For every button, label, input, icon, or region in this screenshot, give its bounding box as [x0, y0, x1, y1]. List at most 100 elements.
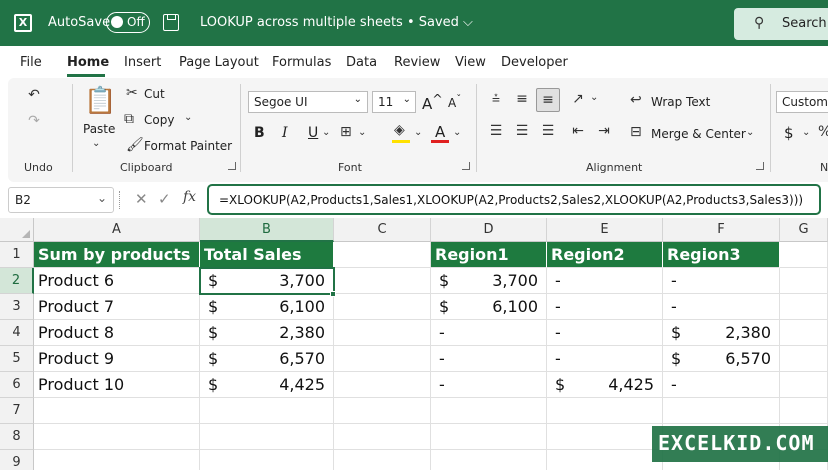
- formula-bar-divider[interactable]: [119, 191, 121, 209]
- row-header-3[interactable]: 3: [0, 294, 34, 320]
- chevron-down-icon[interactable]: ⌄: [414, 127, 422, 138]
- percent-icon[interactable]: %: [818, 124, 828, 140]
- enter-icon[interactable]: ✓: [158, 190, 171, 208]
- align-top-icon[interactable]: ⩮: [484, 88, 508, 112]
- chevron-down-icon[interactable]: ⌄: [590, 92, 598, 103]
- cell-e8[interactable]: [547, 424, 663, 450]
- chevron-down-icon[interactable]: ⌄: [802, 127, 810, 138]
- cell-a9[interactable]: [34, 450, 200, 470]
- column-header-g[interactable]: G: [780, 218, 828, 242]
- increase-font-icon[interactable]: A^: [422, 91, 443, 113]
- tab-review[interactable]: Review: [394, 55, 440, 70]
- cut-button[interactable]: Cut: [144, 87, 165, 101]
- align-middle-icon[interactable]: ≡: [510, 88, 534, 112]
- cell-d2[interactable]: $3,700: [431, 268, 547, 294]
- chevron-down-icon[interactable]: ⌄: [92, 138, 100, 149]
- row-header-6[interactable]: 6: [0, 372, 34, 398]
- document-title[interactable]: LOOKUP across multiple sheets • Saved ⌵: [200, 15, 473, 30]
- cell-b8[interactable]: [200, 424, 334, 450]
- tab-home[interactable]: Home: [67, 55, 109, 70]
- cell-e1[interactable]: Region2: [547, 242, 663, 268]
- cell-a5[interactable]: Product 9: [34, 346, 200, 372]
- cell-c5[interactable]: [334, 346, 431, 372]
- cut-icon[interactable]: ✂: [126, 85, 138, 101]
- tab-file[interactable]: File: [20, 55, 42, 70]
- column-header-e[interactable]: E: [547, 218, 663, 242]
- column-header-c[interactable]: C: [334, 218, 431, 242]
- save-icon[interactable]: [163, 14, 179, 31]
- align-bottom-icon[interactable]: ≡: [536, 88, 560, 112]
- row-header-1[interactable]: 1: [0, 242, 34, 268]
- undo-icon[interactable]: ↶: [22, 84, 46, 108]
- cell-e9[interactable]: [547, 450, 663, 470]
- alignment-launcher-icon[interactable]: [756, 162, 764, 170]
- chevron-down-icon[interactable]: ⌄: [322, 127, 330, 138]
- tab-insert[interactable]: Insert: [124, 55, 161, 70]
- row-header-2[interactable]: 2: [0, 268, 34, 294]
- cell-g7[interactable]: [780, 398, 828, 424]
- underline-button[interactable]: U: [308, 125, 318, 141]
- cell-a7[interactable]: [34, 398, 200, 424]
- cell-a6[interactable]: Product 10: [34, 372, 200, 398]
- cell-e3[interactable]: -: [547, 294, 663, 320]
- cell-f6[interactable]: -: [663, 372, 780, 398]
- format-painter-button[interactable]: Format Painter: [144, 139, 232, 153]
- align-right-icon[interactable]: ☰: [536, 120, 560, 144]
- cell-e6[interactable]: $4,425: [547, 372, 663, 398]
- cell-a1[interactable]: Sum by products: [34, 242, 200, 268]
- row-header-8[interactable]: 8: [0, 424, 34, 450]
- paste-icon[interactable]: 📋: [84, 86, 116, 116]
- align-left-icon[interactable]: ☰: [484, 120, 508, 144]
- cell-d6[interactable]: -: [431, 372, 547, 398]
- cell-d3[interactable]: $6,100: [431, 294, 547, 320]
- cell-c9[interactable]: [334, 450, 431, 470]
- cell-e5[interactable]: -: [547, 346, 663, 372]
- chevron-down-icon[interactable]: ⌄: [746, 127, 754, 138]
- fill-handle[interactable]: [330, 291, 336, 297]
- format-painter-icon[interactable]: 🖌: [126, 137, 144, 153]
- cell-b1[interactable]: Total Sales: [200, 242, 334, 268]
- bold-button[interactable]: B: [254, 125, 265, 141]
- chevron-down-icon[interactable]: ⌄: [358, 127, 366, 138]
- cell-f7[interactable]: [663, 398, 780, 424]
- align-center-icon[interactable]: ☰: [510, 120, 534, 144]
- tab-page-layout[interactable]: Page Layout: [179, 55, 259, 70]
- cell-c4[interactable]: [334, 320, 431, 346]
- chevron-down-icon[interactable]: ⌄: [184, 112, 192, 123]
- cell-b4[interactable]: $2,380: [200, 320, 334, 346]
- copy-button[interactable]: Copy: [144, 113, 174, 127]
- search-box[interactable]: ⚲ Search: [734, 8, 828, 40]
- cell-d7[interactable]: [431, 398, 547, 424]
- row-header-7[interactable]: 7: [0, 398, 34, 424]
- cell-e4[interactable]: -: [547, 320, 663, 346]
- cell-f3[interactable]: -: [663, 294, 780, 320]
- insert-function-icon[interactable]: fx: [183, 189, 196, 205]
- name-box[interactable]: B2 ⌄: [8, 187, 114, 213]
- column-header-b[interactable]: B: [200, 218, 334, 242]
- cell-e7[interactable]: [547, 398, 663, 424]
- cell-g5[interactable]: [780, 346, 828, 372]
- tab-data[interactable]: Data: [346, 55, 377, 70]
- cell-d5[interactable]: -: [431, 346, 547, 372]
- merge-center-button[interactable]: Merge & Center: [651, 127, 746, 141]
- cell-d8[interactable]: [431, 424, 547, 450]
- cell-c7[interactable]: [334, 398, 431, 424]
- cell-a8[interactable]: [34, 424, 200, 450]
- paste-label[interactable]: Paste: [83, 122, 115, 136]
- cell-a4[interactable]: Product 8: [34, 320, 200, 346]
- row-header-4[interactable]: 4: [0, 320, 34, 346]
- autosave-toggle[interactable]: Off: [106, 12, 150, 33]
- font-name-dropdown[interactable]: Segoe UI ⌄: [248, 91, 368, 113]
- column-header-f[interactable]: F: [663, 218, 780, 242]
- cell-g6[interactable]: [780, 372, 828, 398]
- cell-c6[interactable]: [334, 372, 431, 398]
- select-all-corner[interactable]: [0, 218, 34, 242]
- cell-a3[interactable]: Product 7: [34, 294, 200, 320]
- cell-d4[interactable]: -: [431, 320, 547, 346]
- clipboard-launcher-icon[interactable]: [228, 162, 236, 170]
- cell-g4[interactable]: [780, 320, 828, 346]
- column-header-d[interactable]: D: [431, 218, 547, 242]
- tab-formulas[interactable]: Formulas: [272, 55, 331, 70]
- cell-c2[interactable]: [334, 268, 431, 294]
- tab-developer[interactable]: Developer: [501, 55, 568, 70]
